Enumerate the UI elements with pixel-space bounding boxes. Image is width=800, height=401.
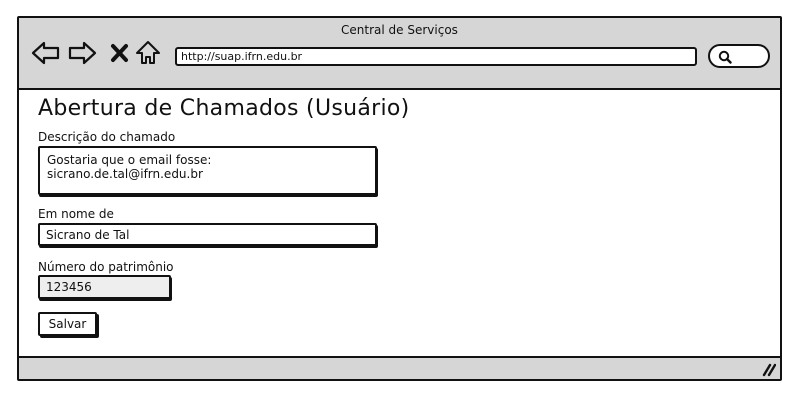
- window-title: Central de Serviços: [341, 23, 458, 37]
- em-nome-de-label: Em nome de: [38, 207, 114, 221]
- page-content: Abertura de Chamados (Usuário) Descrição…: [19, 90, 780, 358]
- url-bar[interactable]: http://suap.ifrn.edu.br: [175, 47, 697, 66]
- save-button[interactable]: Salvar: [38, 312, 97, 336]
- descricao-textarea[interactable]: Gostaria que o email fosse: sicrano.de.t…: [38, 146, 377, 195]
- nav-icons: [31, 40, 181, 66]
- browser-window: Central de Serviços http://suap.ifrn.edu…: [17, 16, 782, 381]
- em-nome-de-input[interactable]: Sicrano de Tal: [38, 223, 377, 246]
- browser-search-box[interactable]: [708, 44, 770, 68]
- browser-chrome: Central de Serviços http://suap.ifrn.edu…: [19, 18, 780, 90]
- stop-x-icon[interactable]: [109, 40, 131, 66]
- back-arrow-icon[interactable]: [31, 40, 61, 66]
- page-title: Abertura de Chamados (Usuário): [38, 96, 410, 121]
- search-icon: [718, 50, 732, 64]
- patrimonio-input[interactable]: 123456: [38, 275, 171, 299]
- home-icon[interactable]: [135, 40, 161, 66]
- forward-arrow-icon[interactable]: [67, 40, 97, 66]
- descricao-label: Descrição do chamado: [38, 130, 176, 144]
- status-bar: [19, 356, 780, 379]
- resize-grip-icon[interactable]: [760, 361, 776, 377]
- patrimonio-label: Número do patrimônio: [38, 260, 174, 274]
